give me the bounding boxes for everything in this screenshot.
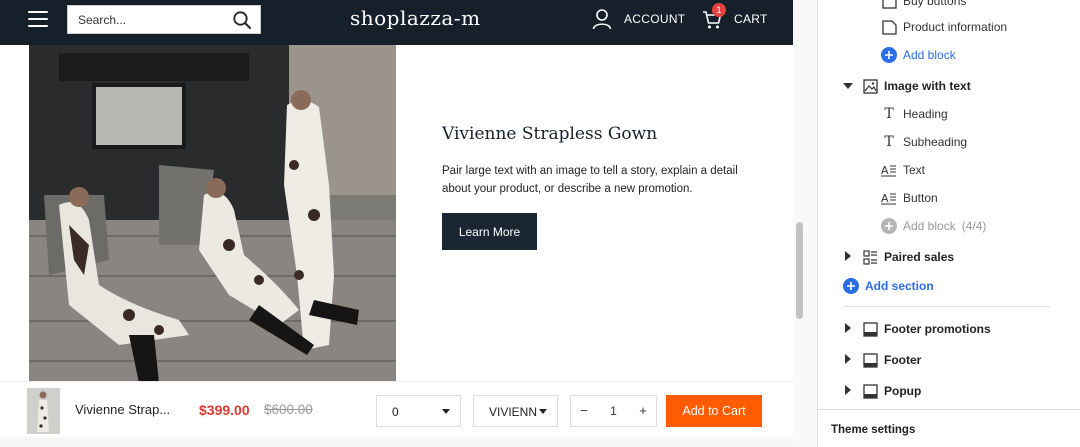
cart-link[interactable]: 1 CART	[702, 3, 768, 30]
size-select[interactable]: 0	[376, 395, 461, 427]
list-icon	[862, 249, 878, 265]
sidebar-block-label: Subheading	[903, 135, 968, 149]
store-header: shoplazza-m ACCOUNT 1 CART	[0, 0, 793, 45]
sidebar-item-buy-buttons[interactable]: Buy buttons	[881, 0, 966, 9]
sale-price: $399.00	[199, 402, 250, 418]
block-count: (4/4)	[961, 219, 987, 233]
block-icon	[881, 0, 897, 9]
sidebar-section-label: Footer	[884, 353, 922, 367]
store-preview: shoplazza-m ACCOUNT 1 CART	[0, 0, 793, 447]
add-block-button[interactable]: Add block	[881, 47, 956, 63]
learn-more-button[interactable]: Learn More	[442, 213, 537, 250]
sidebar-item-label: Buy buttons	[903, 0, 967, 8]
image-icon	[862, 78, 878, 94]
search-icon[interactable]	[232, 10, 252, 30]
sidebar-section-paired-sales[interactable]: Paired sales	[862, 249, 954, 265]
heading-icon: T	[884, 106, 894, 122]
quantity-decrease-button[interactable]: −	[571, 396, 597, 426]
sidebar-block-button[interactable]: A Button	[881, 190, 938, 206]
expand-arrow-icon[interactable]	[845, 251, 851, 261]
add-block-label: Add block	[903, 48, 956, 62]
sidebar-section-popup[interactable]: Popup	[862, 383, 921, 399]
section-heading: Vivienne Strapless Gown	[442, 124, 658, 144]
product-name: Vivienne Strap...	[75, 402, 171, 417]
sidebar-block-subheading[interactable]: T Subheading	[881, 134, 967, 150]
divider	[845, 306, 1050, 307]
sidebar-block-label: Text	[903, 163, 926, 177]
sticky-add-to-cart-bar: Vivienne Strap... $399.00 $600.00 0 VIVI…	[0, 381, 793, 437]
text-block: Vivienne Strapless Gown Pair large text …	[398, 45, 793, 381]
footer-icon	[862, 383, 878, 399]
svg-text:A: A	[881, 192, 889, 205]
cart-count-badge: 1	[712, 3, 726, 17]
plus-circle-icon	[881, 47, 897, 63]
expand-arrow-icon[interactable]	[845, 354, 851, 364]
theme-settings-link[interactable]: Theme settings	[831, 424, 915, 436]
preview-scrollbar-thumb[interactable]	[796, 222, 803, 319]
expand-arrow-icon[interactable]	[845, 385, 851, 395]
sidebar-block-label: Button	[903, 191, 938, 205]
store-logo[interactable]: shoplazza-m	[350, 6, 481, 30]
add-section-button[interactable]: Add section	[843, 278, 934, 294]
subheading-icon: T	[884, 134, 894, 150]
theme-editor-sidebar: Buy buttons Product information Add bloc…	[817, 0, 1080, 447]
svg-text:A: A	[881, 164, 889, 177]
quantity-increase-button[interactable]: +	[630, 396, 656, 426]
button-block-icon: A	[881, 190, 897, 206]
search-input[interactable]	[68, 6, 228, 33]
add-block-disabled: Add block (4/4)	[881, 218, 986, 234]
menu-icon[interactable]	[28, 11, 48, 29]
add-to-cart-button[interactable]: Add to Cart	[666, 395, 762, 427]
account-link[interactable]: ACCOUNT	[592, 8, 685, 30]
sidebar-section-label: Paired sales	[884, 250, 955, 264]
compare-at-price: $600.00	[264, 402, 313, 417]
chevron-down-icon	[539, 409, 547, 414]
block-icon	[881, 19, 897, 35]
size-select-value: 0	[392, 405, 399, 419]
account-label: ACCOUNT	[624, 12, 686, 26]
chevron-down-icon	[442, 409, 450, 414]
sidebar-section-image-with-text[interactable]: Image with text	[862, 78, 971, 94]
lifestyle-photo	[29, 45, 396, 383]
search-field[interactable]	[67, 5, 261, 34]
user-icon	[592, 9, 612, 30]
text-block-icon: A	[881, 162, 897, 178]
quantity-value[interactable]: 1	[597, 396, 630, 426]
sidebar-section-label: Image with text	[884, 79, 971, 93]
sidebar-section-label: Footer promotions	[884, 322, 991, 336]
cart-label: CART	[734, 12, 768, 26]
sidebar-item-label: Product information	[903, 20, 1008, 34]
sidebar-section-footer[interactable]: Footer	[862, 352, 921, 368]
sidebar-item-product-information[interactable]: Product information	[881, 19, 1007, 35]
variant-select-value: VIVIENN	[489, 405, 538, 419]
image-with-text-section: Vivienne Strapless Gown Pair large text …	[0, 45, 793, 383]
expand-arrow-icon[interactable]	[845, 323, 851, 333]
theme-settings-bar: Theme settings	[818, 409, 1080, 447]
section-description: Pair large text with an image to tell a …	[442, 165, 738, 195]
sidebar-section-label: Popup	[884, 384, 922, 398]
variant-select[interactable]: VIVIENN	[473, 395, 558, 427]
plus-circle-icon	[881, 218, 897, 234]
add-block-label: Add block	[903, 219, 956, 233]
sidebar-block-text[interactable]: A Text	[881, 162, 925, 178]
add-section-label: Add section	[865, 279, 934, 293]
collapse-arrow-icon[interactable]	[843, 83, 853, 89]
plus-circle-icon	[843, 278, 859, 294]
footer-icon	[862, 352, 878, 368]
sidebar-section-footer-promotions[interactable]: Footer promotions	[862, 321, 991, 337]
sidebar-block-label: Heading	[903, 107, 948, 121]
product-thumbnail	[27, 388, 60, 434]
quantity-stepper: − 1 +	[570, 395, 657, 427]
sidebar-block-heading[interactable]: T Heading	[881, 106, 948, 122]
footer-icon	[862, 321, 878, 337]
